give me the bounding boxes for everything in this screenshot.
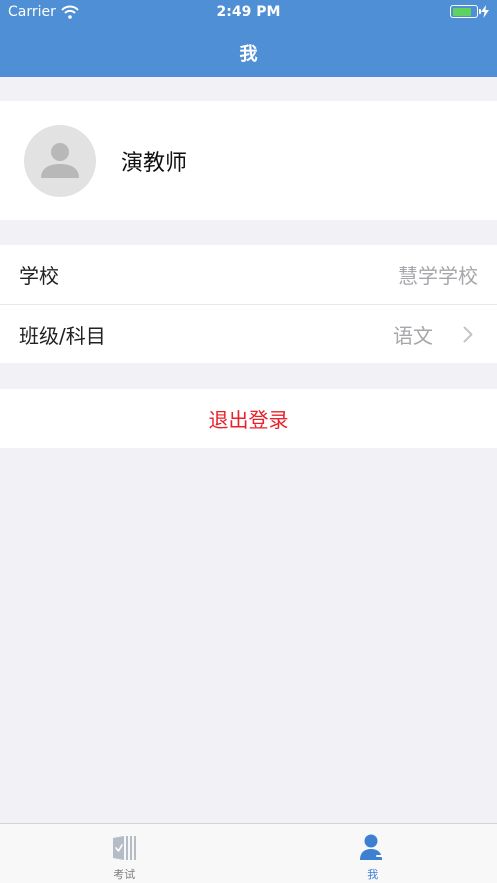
tab-bar: 考试 我 <box>0 823 497 883</box>
logout-button[interactable]: 退出登录 <box>0 389 497 448</box>
tab-exam-label: 考试 <box>113 868 136 881</box>
avatar-person-icon <box>41 142 79 178</box>
battery-fill <box>452 7 471 16</box>
tab-me[interactable]: 我 <box>249 824 497 883</box>
tab-me-label: 我 <box>367 868 379 881</box>
charging-bolt-icon <box>481 5 489 18</box>
class-subject-value: 语文 <box>393 323 433 348</box>
navigation-header: Carrier 2:49 PM 我 <box>0 0 497 77</box>
battery-icon <box>450 5 481 18</box>
class-subject-label: 班级/科目 <box>19 323 106 348</box>
class-subject-row[interactable]: 班级/科目 语文 <box>0 304 497 363</box>
school-label: 学校 <box>19 264 59 288</box>
avatar[interactable] <box>24 124 96 197</box>
info-list: 学校 慧学学校 班级/科目 语文 <box>0 245 497 363</box>
profile-card[interactable]: 演教师 <box>0 101 497 220</box>
school-value: 慧学学校 <box>398 264 478 288</box>
profile-name: 演教师 <box>121 150 188 176</box>
tab-exam[interactable]: 考试 <box>0 824 249 883</box>
status-bar: Carrier 2:49 PM <box>0 0 497 26</box>
person-icon <box>359 834 383 860</box>
battery-indicator <box>450 5 489 18</box>
exam-icon <box>113 836 137 860</box>
school-row: 学校 慧学学校 <box>0 245 497 304</box>
page-title: 我 <box>239 44 258 65</box>
chevron-right-icon <box>463 326 473 343</box>
status-time: 2:49 PM <box>216 4 281 20</box>
